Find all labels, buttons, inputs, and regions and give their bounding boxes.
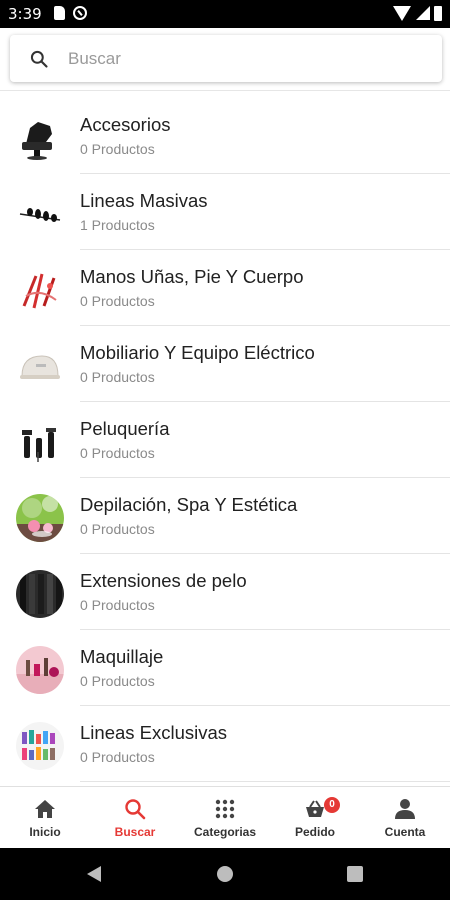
category-name: Peluquería: [80, 418, 170, 439]
wifi-icon: [393, 6, 411, 21]
brushes-icon: [16, 190, 64, 238]
data-saver-icon: [73, 6, 87, 20]
category-name: Manos Uñas, Pie Y Cuerpo: [80, 266, 304, 287]
header-divider: [0, 90, 450, 91]
category-count: 0 Productos: [80, 749, 155, 765]
recent-apps-icon[interactable]: [347, 866, 363, 882]
category-item-lineas-exclusivas[interactable]: Lineas Exclusivas 0 Productos: [0, 706, 450, 782]
cart-count-badge: 0: [324, 797, 340, 813]
category-item-maquillaje[interactable]: Maquillaje 0 Productos: [0, 630, 450, 706]
category-name: Depilación, Spa Y Estética: [80, 494, 298, 515]
category-item-accesorios[interactable]: Accesorios 0 Productos: [0, 98, 450, 174]
category-count: 0 Productos: [80, 445, 155, 461]
nav-label: Categorias: [193, 825, 257, 839]
nav-label: Buscar: [114, 825, 156, 839]
category-item-depilacion[interactable]: Depilación, Spa Y Estética 0 Productos: [0, 478, 450, 554]
nav-item-cuenta[interactable]: Cuenta: [360, 787, 450, 848]
category-count: 0 Productos: [80, 293, 155, 309]
nails-icon: [16, 266, 64, 314]
home-icon: [35, 800, 55, 818]
category-count: 1 Productos: [80, 217, 155, 233]
category-count: 0 Productos: [80, 521, 155, 537]
search-icon: [30, 50, 48, 68]
person-icon: [395, 799, 415, 819]
hair-extensions-icon: [16, 570, 64, 618]
nav-item-inicio[interactable]: Inicio: [0, 787, 90, 848]
salon-chair-icon: [16, 114, 64, 162]
category-name: Lineas Masivas: [80, 190, 208, 211]
category-name: Maquillaje: [80, 646, 164, 667]
category-item-manos-unas[interactable]: Manos Uñas, Pie Y Cuerpo 0 Productos: [0, 250, 450, 326]
search-icon: [125, 799, 146, 820]
category-name: Lineas Exclusivas: [80, 722, 228, 743]
search-input[interactable]: [68, 45, 418, 73]
category-item-mobiliario[interactable]: Mobiliario Y Equipo Eléctrico 0 Producto…: [0, 326, 450, 402]
list-divider: [80, 781, 450, 782]
hair-products-icon: [16, 418, 64, 466]
system-navigation-bar: [0, 848, 450, 900]
category-count: 0 Productos: [80, 673, 155, 689]
nav-label: Inicio: [29, 825, 61, 839]
nav-item-categorias[interactable]: Categorias: [180, 787, 270, 848]
cell-signal-icon: [416, 6, 430, 20]
nav-item-pedido[interactable]: Pedido: [270, 787, 360, 848]
category-name: Extensiones de pelo: [80, 570, 247, 591]
nav-label: Cuenta: [384, 825, 426, 839]
category-item-peluqueria[interactable]: Peluquería 0 Productos: [0, 402, 450, 478]
makeup-icon: [16, 646, 64, 694]
home-circle-icon[interactable]: [217, 866, 233, 882]
status-time: 3:39: [8, 5, 42, 23]
grid-icon: [215, 799, 235, 819]
category-list: Accesorios 0 Productos Lineas Masivas 1 …: [0, 98, 450, 782]
category-name: Mobiliario Y Equipo Eléctrico: [80, 342, 315, 363]
back-icon[interactable]: [87, 866, 101, 882]
search-bar[interactable]: [10, 35, 442, 82]
nail-lamp-icon: [16, 342, 64, 390]
spa-icon: [16, 494, 64, 542]
battery-icon: [434, 6, 442, 21]
category-count: 0 Productos: [80, 141, 155, 157]
category-count: 0 Productos: [80, 597, 155, 613]
sim-card-icon: [54, 6, 65, 20]
category-item-extensiones[interactable]: Extensiones de pelo 0 Productos: [0, 554, 450, 630]
category-item-lineas-masivas[interactable]: Lineas Masivas 1 Productos: [0, 174, 450, 250]
status-bar: 3:39: [0, 0, 450, 28]
category-count: 0 Productos: [80, 369, 155, 385]
nav-item-buscar[interactable]: Buscar: [90, 787, 180, 848]
exclusive-lines-icon: [16, 722, 64, 770]
nav-label: Pedido: [294, 825, 335, 839]
bottom-navigation: Inicio Buscar Categorias Pedido Cuenta: [0, 786, 450, 848]
basket-icon: [306, 800, 324, 817]
category-name: Accesorios: [80, 114, 171, 135]
